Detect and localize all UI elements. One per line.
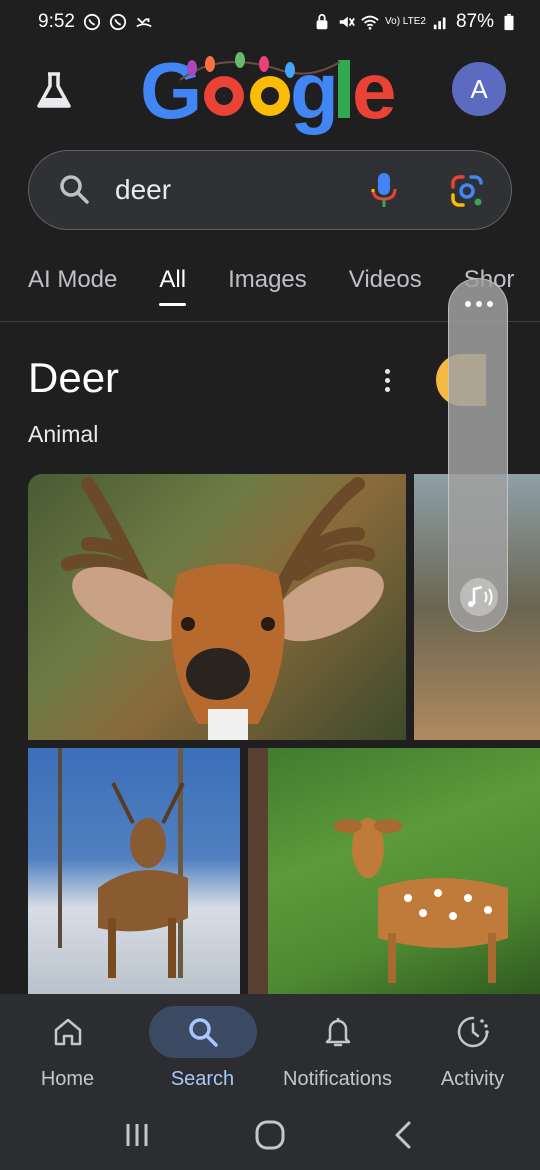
status-bar: 9:52 Vo) LTE2 87% [0, 0, 540, 44]
nav-search[interactable]: Search [135, 994, 270, 1100]
deer-snow-image [58, 748, 188, 978]
battery-icon [504, 13, 514, 31]
recents-icon [126, 1124, 148, 1146]
knowledge-panel-subtitle: Animal [28, 421, 99, 447]
back-chevron-icon [395, 1121, 411, 1149]
nav-search-label: Search [170, 1068, 235, 1090]
network-label: Vo) LTE2 [385, 16, 426, 27]
tab-images[interactable]: Images [228, 252, 307, 321]
activity-icon [457, 1016, 489, 1048]
search-bar[interactable] [28, 150, 512, 230]
bell-icon [325, 1018, 350, 1047]
whatsapp-icon [83, 13, 101, 31]
app-header: G g e A [0, 46, 540, 140]
knowledge-panel-title: Deer [28, 354, 120, 401]
more-horiz-icon[interactable] [449, 301, 509, 307]
google-lens-icon[interactable] [449, 173, 485, 209]
whatsapp-icon [109, 13, 127, 31]
fallow-deer-image [248, 748, 508, 994]
home-square-icon [255, 1120, 285, 1150]
bottom-navigation: Home Search Notifications Activity [0, 994, 540, 1100]
more-options-button[interactable] [370, 360, 404, 400]
back-button[interactable] [378, 1115, 428, 1155]
nav-home-label: Home [40, 1068, 95, 1090]
deer-buck-image [61, 477, 384, 740]
floating-audio-handle[interactable] [448, 278, 508, 632]
more-vert-icon [384, 368, 390, 374]
wifi-icon [361, 15, 379, 30]
deer-image-1[interactable] [28, 474, 406, 740]
nav-activity-label: Activity [440, 1068, 505, 1090]
tab-all[interactable]: All [159, 252, 186, 321]
search-icon [188, 1018, 218, 1047]
google-holiday-logo-icon: G g e [140, 46, 397, 135]
nav-home[interactable]: Home [0, 994, 135, 1100]
google-logo[interactable]: G g e [140, 46, 400, 140]
missed-call-icon [136, 17, 152, 28]
signal-icon [433, 17, 446, 30]
svg-text:e: e [352, 50, 397, 135]
avatar-letter: A [470, 73, 488, 104]
labs-button[interactable] [28, 64, 80, 116]
lock-icon [316, 13, 328, 30]
flask-icon [37, 72, 71, 108]
tab-videos[interactable]: Videos [349, 252, 422, 321]
search-input[interactable] [115, 174, 345, 206]
home-system-button[interactable] [245, 1115, 295, 1155]
nav-activity[interactable]: Activity [405, 994, 540, 1100]
mute-icon [339, 16, 355, 28]
system-navigation [0, 1100, 540, 1170]
deer-image-4[interactable] [248, 748, 540, 994]
recents-button[interactable] [112, 1115, 162, 1155]
tab-ai-mode[interactable]: AI Mode [28, 252, 117, 321]
nav-notifications[interactable]: Notifications [270, 994, 405, 1100]
deer-image-3[interactable] [28, 748, 240, 994]
audio-wave-icon[interactable] [459, 577, 499, 617]
battery-percent: 87% [455, 11, 494, 32]
microphone-icon[interactable] [369, 171, 399, 211]
status-time: 9:52 [38, 11, 75, 32]
search-icon [60, 175, 89, 204]
nav-notifications-label: Notifications [283, 1068, 392, 1090]
home-icon [54, 1018, 81, 1046]
account-avatar[interactable]: A [452, 62, 506, 116]
svg-text:g: g [290, 50, 339, 135]
